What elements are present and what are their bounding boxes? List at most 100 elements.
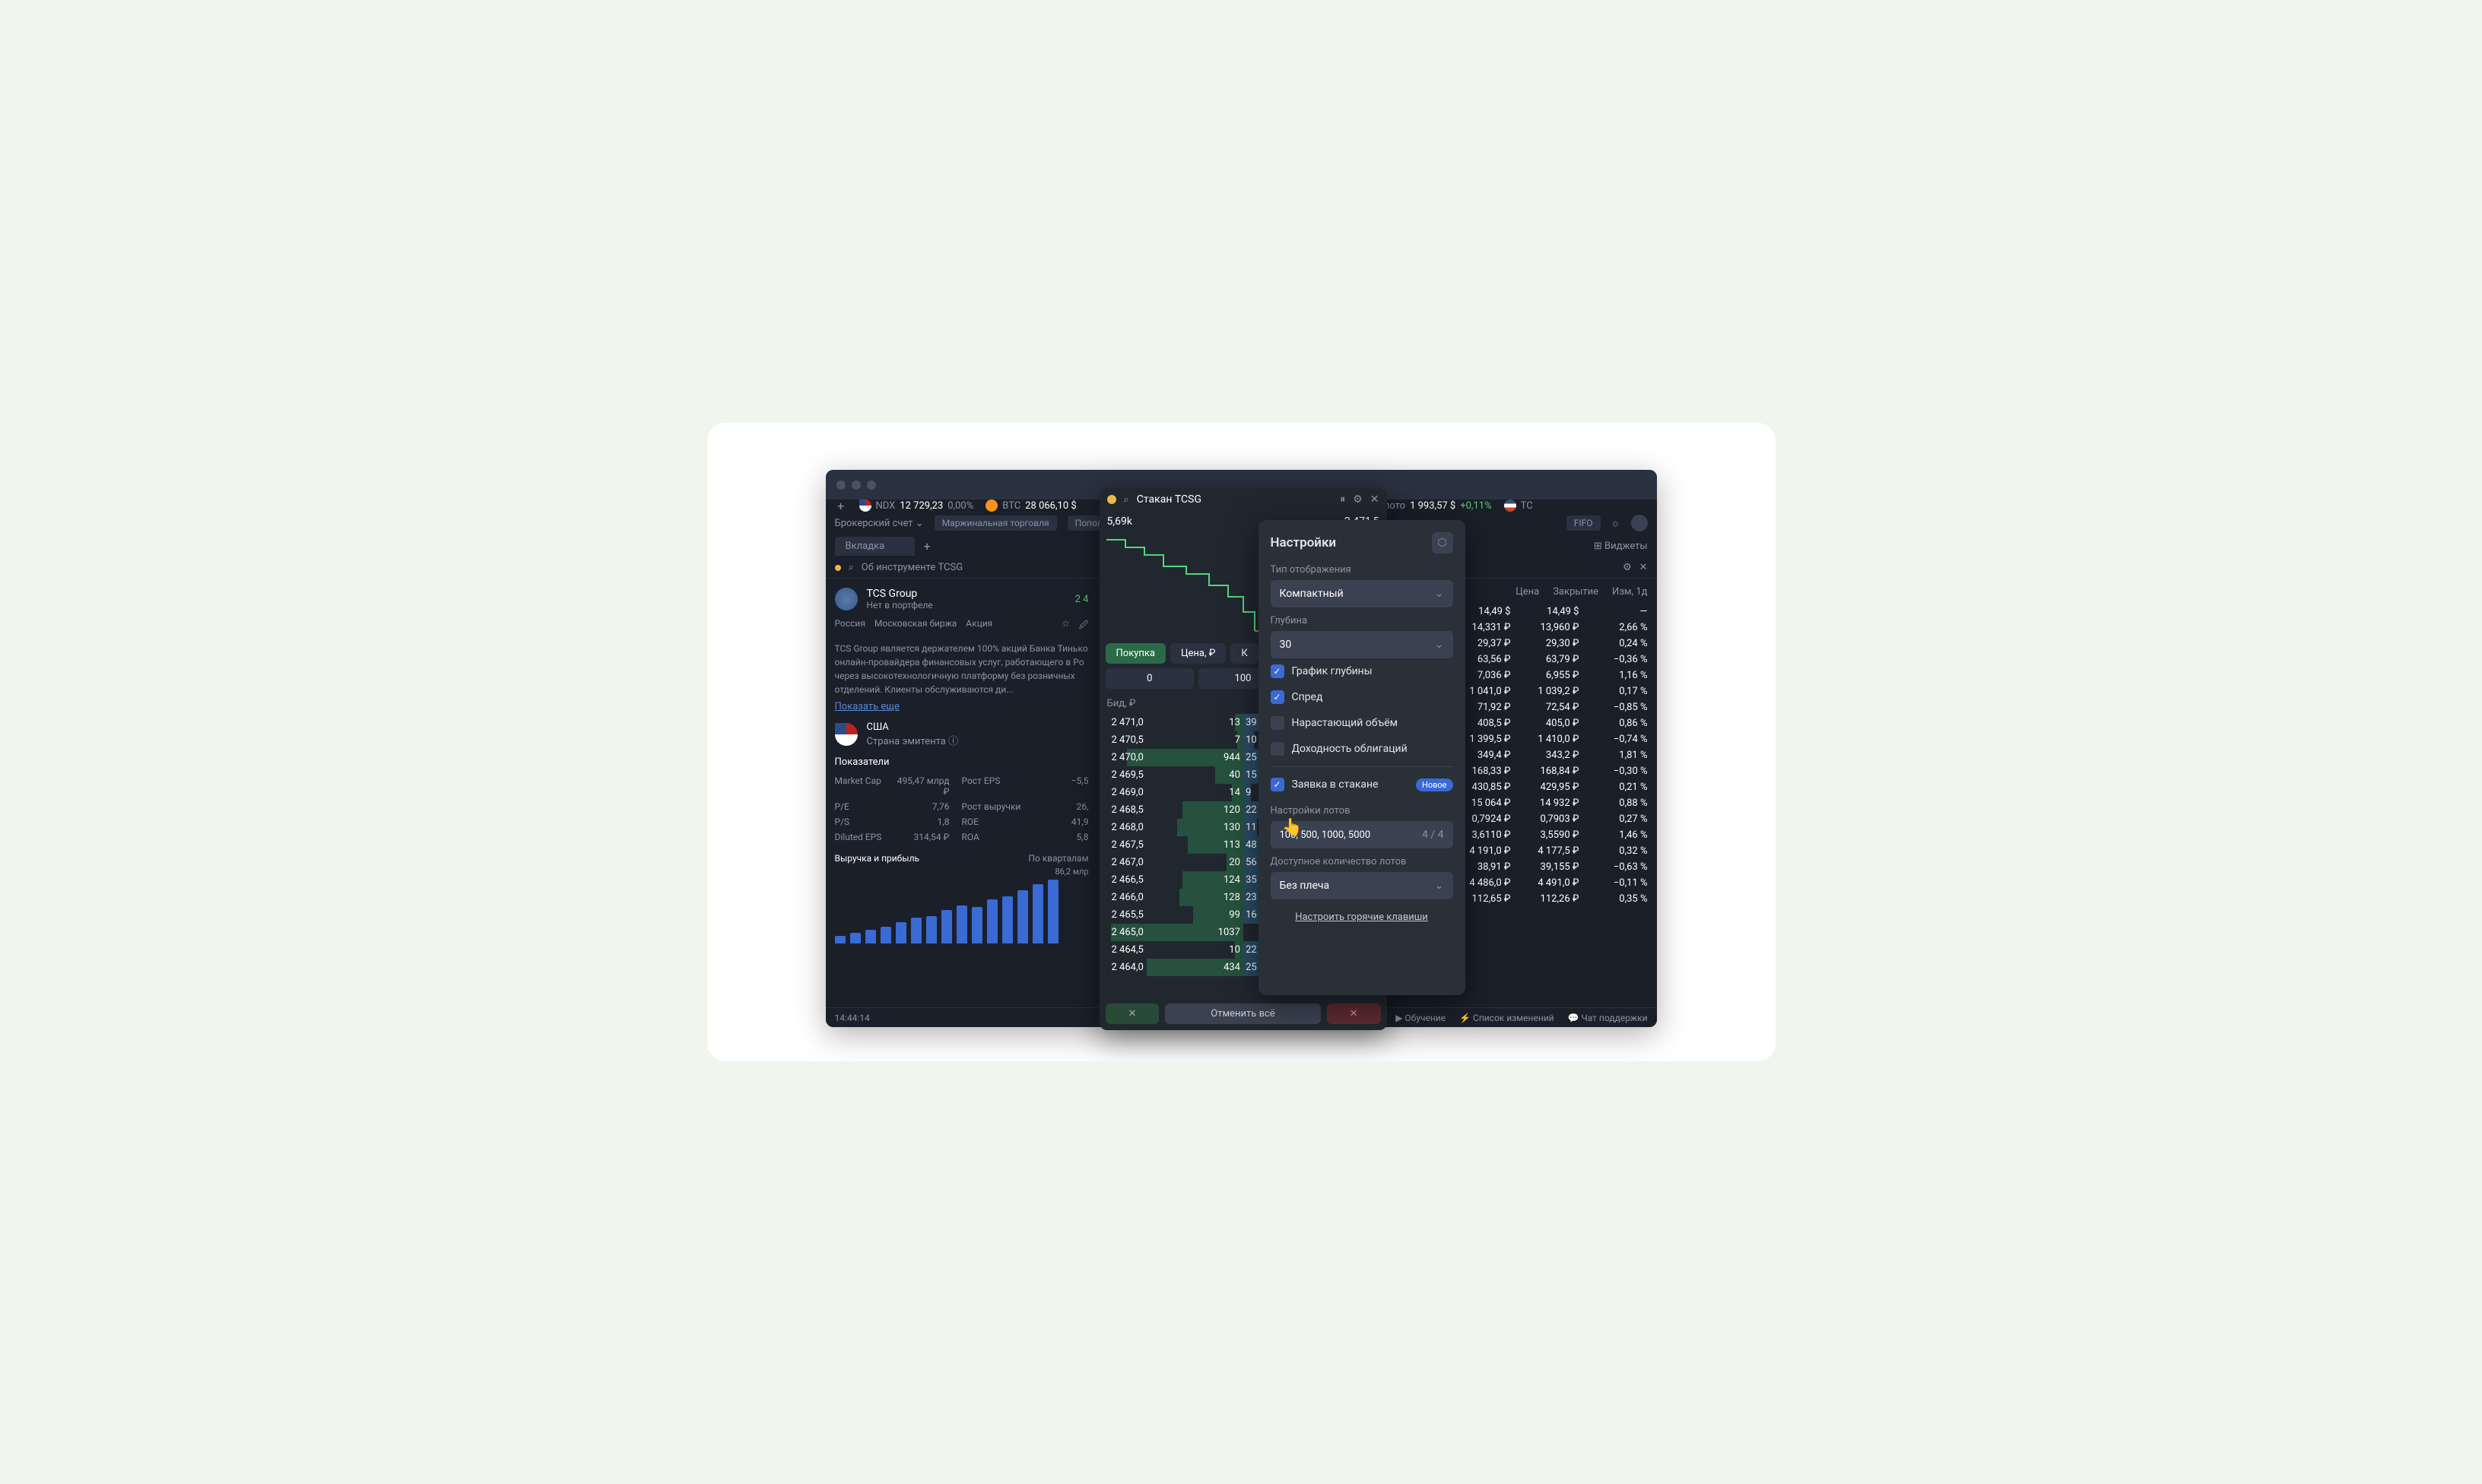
- add-tab-icon[interactable]: +: [921, 540, 933, 552]
- tag-type[interactable]: Акция: [966, 618, 992, 634]
- bar: [1048, 880, 1058, 943]
- metric-cell: 5,8: [1033, 832, 1088, 842]
- tag-country[interactable]: Россия: [835, 618, 865, 634]
- lot-settings-label: Настройки лотов: [1271, 805, 1453, 817]
- bar: [850, 933, 861, 943]
- revenue-title: Выручка и прибыль: [835, 853, 920, 864]
- display-select[interactable]: Компактный⌄: [1271, 580, 1453, 607]
- bar: [896, 922, 906, 943]
- checkbox-icon: ✓: [1271, 664, 1284, 678]
- depth-select[interactable]: 30⌄: [1271, 631, 1453, 658]
- info-icon[interactable]: ⓘ: [948, 736, 958, 747]
- buy-button[interactable]: Покупка: [1106, 643, 1166, 664]
- qty-0[interactable]: 0: [1106, 668, 1195, 689]
- cancel-right-button[interactable]: ✕: [1327, 1004, 1381, 1024]
- hotkeys-link[interactable]: Настроить горячие клавиши: [1271, 912, 1453, 923]
- bar: [926, 916, 937, 943]
- cancel-left-button[interactable]: ✕: [1106, 1004, 1160, 1024]
- close-icon[interactable]: ✕: [1370, 493, 1379, 506]
- checkbox-icon: [1271, 742, 1284, 756]
- bar: [881, 927, 891, 943]
- avatar[interactable]: [1631, 515, 1648, 531]
- issuer-country: США: [867, 721, 959, 733]
- revenue-chart: [835, 883, 1089, 943]
- theme-icon[interactable]: ☼: [1611, 517, 1620, 529]
- cancel-all-button[interactable]: Отменить всё: [1165, 1004, 1320, 1024]
- bar: [957, 905, 967, 943]
- k-button[interactable]: К: [1230, 643, 1258, 664]
- traffic-min[interactable]: [852, 480, 861, 490]
- metric-cell: 7,76: [893, 801, 949, 812]
- search-icon[interactable]: ⌕: [849, 562, 854, 573]
- issuer-flag-icon: [835, 723, 858, 746]
- add-ticker-icon[interactable]: +: [835, 499, 847, 512]
- gear-icon[interactable]: ⚙: [1623, 562, 1632, 573]
- price-button[interactable]: Цена, ₽: [1170, 643, 1226, 664]
- col-close[interactable]: Закрытие: [1553, 586, 1598, 598]
- changelog-link[interactable]: ⚡ Список изменений: [1459, 1013, 1554, 1023]
- instrument-name: TCS Group: [867, 588, 933, 600]
- account-select[interactable]: Брокерский счет ⌄: [835, 518, 924, 529]
- btc-icon: [986, 499, 998, 512]
- note-icon[interactable]: 🖉: [1079, 618, 1089, 634]
- lots-field: [1280, 829, 1423, 841]
- ticker-ndx[interactable]: NDX12 729,230,00%: [859, 499, 974, 512]
- lots-counter: 4 / 4: [1422, 829, 1443, 841]
- chevron-down-icon: ⌄: [916, 518, 924, 529]
- display-type-label: Тип отображения: [1271, 564, 1453, 576]
- bar: [972, 907, 982, 943]
- depth-label: Глубина: [1271, 615, 1453, 626]
- depth-left: 5,69k: [1107, 515, 1132, 528]
- chevron-down-icon: ⌄: [1435, 639, 1444, 651]
- col-price[interactable]: Цена: [1516, 586, 1539, 598]
- depth-chart-check[interactable]: ✓График глубины: [1271, 658, 1453, 684]
- lots-input[interactable]: 4 / 4: [1271, 821, 1453, 848]
- bar: [1002, 896, 1013, 943]
- metric-cell: 495,47 млрд ₽: [893, 775, 949, 797]
- gear-icon[interactable]: ⚙: [1353, 493, 1363, 506]
- instrument-tags: Россия Московская биржа Акция ☆ 🖉: [835, 618, 1089, 634]
- bond-yield-check[interactable]: Доходность облигаций: [1271, 736, 1453, 762]
- tab-main[interactable]: Вкладка: [835, 537, 916, 556]
- traffic-max[interactable]: [867, 480, 876, 490]
- instrument-sub: Нет в портфеле: [867, 600, 933, 610]
- margin-pill[interactable]: Маржинальная торговля: [935, 515, 1057, 531]
- chat-link[interactable]: 💬 Чат поддержки: [1568, 1013, 1648, 1023]
- search-text[interactable]: Об инструменте TCSG: [862, 562, 963, 573]
- search-icon[interactable]: ⌕: [1124, 494, 1129, 506]
- learn-link[interactable]: ▶ Обучение: [1395, 1013, 1446, 1023]
- cumvol-check[interactable]: Нарастающий объём: [1271, 710, 1453, 736]
- instrument-icon: [835, 588, 858, 610]
- spread-check[interactable]: ✓Спред: [1271, 684, 1453, 710]
- metric-cell: ROE: [962, 817, 1021, 827]
- checkbox-icon: [1271, 716, 1284, 730]
- ticker-btc[interactable]: BTC28 066,10 $: [986, 499, 1076, 512]
- flag-us-icon: [859, 499, 871, 512]
- metric-cell: Рост EPS: [962, 775, 1021, 797]
- bar: [1033, 884, 1043, 943]
- chevron-down-icon: ⌄: [1435, 880, 1444, 892]
- tag-exchange[interactable]: Московская биржа: [874, 618, 957, 634]
- leverage-select[interactable]: Без плеча⌄: [1271, 872, 1453, 899]
- show-more-link[interactable]: Показать еще: [835, 701, 1089, 712]
- fifo-pill[interactable]: FIFO: [1566, 515, 1601, 531]
- order-in-book-check[interactable]: ✓Заявка в стаканеНовое: [1271, 772, 1453, 797]
- cube-icon[interactable]: ⬡: [1432, 532, 1453, 553]
- ticker-tc[interactable]: TC: [1504, 499, 1533, 512]
- instrument-price: 2 4: [1075, 594, 1089, 605]
- quarter-toggle[interactable]: По кварталам: [1028, 853, 1088, 864]
- star-icon[interactable]: ☆: [1062, 618, 1070, 634]
- avail-lots-label: Доступное количество лотов: [1271, 856, 1453, 867]
- traffic-close[interactable]: [836, 480, 846, 490]
- window-dot-icon[interactable]: [1107, 495, 1116, 504]
- metric-cell: −5,5: [1033, 775, 1088, 797]
- bar: [911, 918, 922, 943]
- metric-cell: P/E: [835, 801, 882, 812]
- pause-icon[interactable]: ⏸: [1340, 493, 1345, 506]
- col-change[interactable]: Изм, 1д: [1612, 586, 1647, 598]
- close-icon[interactable]: ✕: [1639, 562, 1648, 573]
- checkbox-icon: ✓: [1271, 690, 1284, 704]
- widgets-button[interactable]: ⊞ Виджеты: [1594, 541, 1648, 552]
- instrument-desc: TCS Group является держателем 100% акций…: [835, 642, 1089, 696]
- bar: [835, 936, 846, 943]
